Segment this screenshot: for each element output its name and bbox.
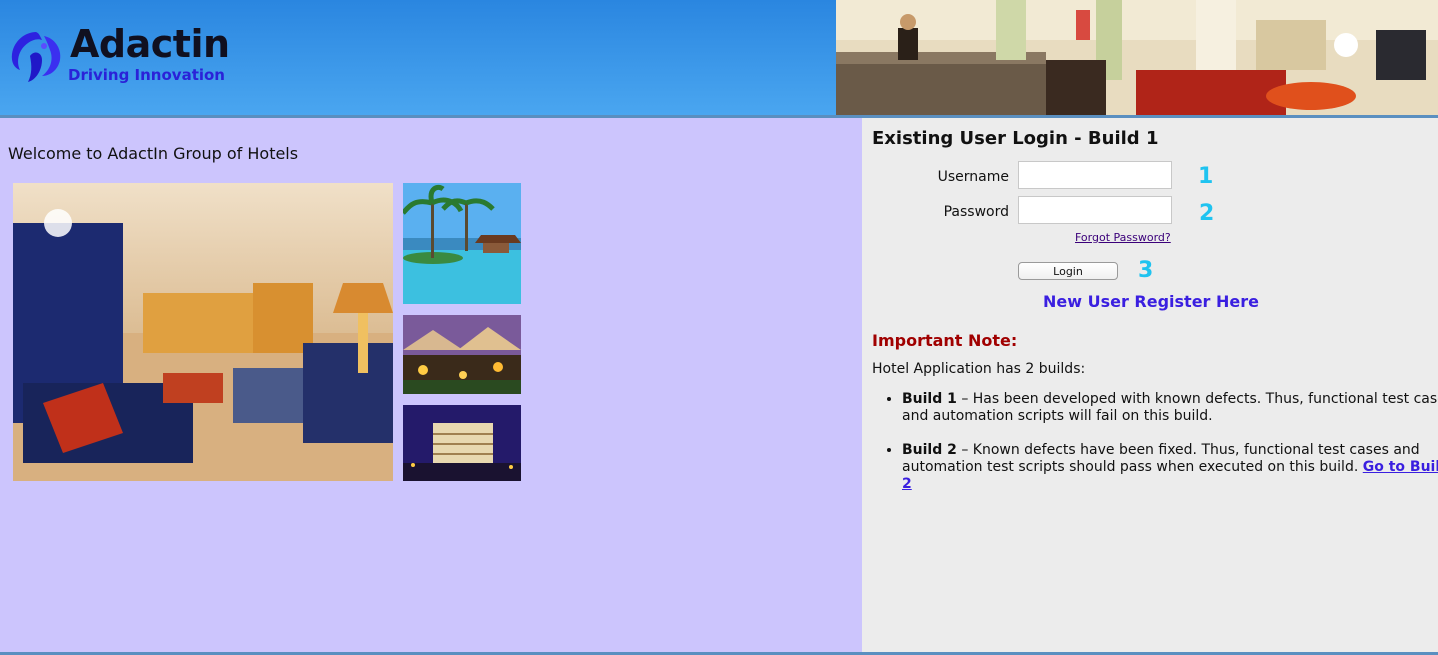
hotel-lobby-banner-image xyxy=(836,0,1438,115)
forgot-password-link[interactable]: Forgot Password? xyxy=(1075,231,1171,244)
password-input[interactable] xyxy=(1018,196,1172,224)
list-item: Build 1 – Has been developed with known … xyxy=(902,391,1438,425)
marker-3: 3 xyxy=(1138,258,1154,283)
hotel-room-image xyxy=(13,183,393,481)
build-1-description: – Has been developed with known defects.… xyxy=(902,391,1438,424)
brand-tagline: Driving Innovation xyxy=(68,66,225,84)
password-label: Password xyxy=(943,204,1009,220)
resort-tents-thumbnail xyxy=(403,315,521,394)
list-item: Build 2 – Known defects have been fixed.… xyxy=(902,442,1438,493)
header-banner: Adactin Driving Innovation xyxy=(0,0,1438,115)
build-1-name: Build 1 xyxy=(902,391,957,407)
welcome-panel: Welcome to AdactIn Group of Hotels xyxy=(0,118,862,652)
adactin-swirl-icon xyxy=(11,32,61,82)
important-note-title: Important Note: xyxy=(872,331,1018,350)
hotel-night-thumbnail xyxy=(403,405,521,481)
username-label: Username xyxy=(937,169,1009,185)
brand-name: Adactin xyxy=(70,22,230,66)
build-2-description: – Known defects have been fixed. Thus, f… xyxy=(902,442,1420,475)
username-input[interactable] xyxy=(1018,161,1172,189)
login-title: Existing User Login - Build 1 xyxy=(872,128,1159,149)
adactin-logo[interactable]: Adactin Driving Innovation xyxy=(8,22,248,92)
important-note-intro: Hotel Application has 2 builds: xyxy=(872,361,1086,377)
login-button[interactable]: Login xyxy=(1018,262,1118,280)
resort-pool-thumbnail xyxy=(403,183,521,304)
marker-1: 1 xyxy=(1198,164,1214,189)
builds-list: Build 1 – Has been developed with known … xyxy=(872,391,1438,510)
build-2-name: Build 2 xyxy=(902,442,957,458)
login-panel: Existing User Login - Build 1 Username 1… xyxy=(862,118,1438,652)
marker-2: 2 xyxy=(1199,201,1215,226)
new-user-register-link[interactable]: New User Register Here xyxy=(1043,292,1259,311)
welcome-text: Welcome to AdactIn Group of Hotels xyxy=(8,144,299,163)
